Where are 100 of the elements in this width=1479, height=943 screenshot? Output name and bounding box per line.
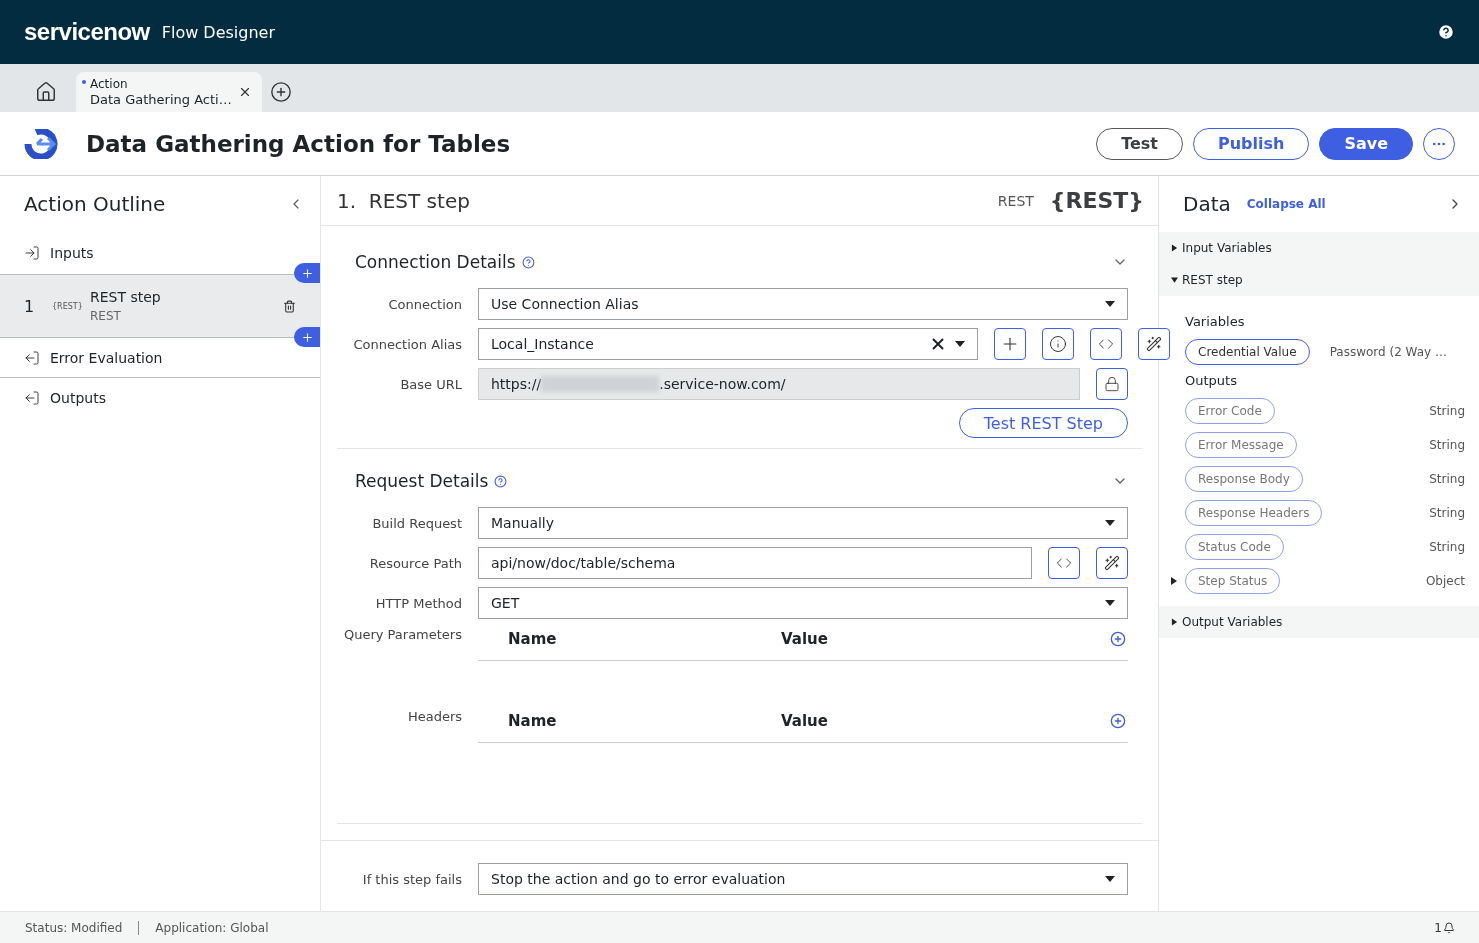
- field-label: Connection Alias: [352, 336, 462, 352]
- section-title: Request Details: [355, 471, 489, 491]
- data-type: String: [1429, 506, 1465, 520]
- data-pill[interactable]: Response Headers: [1185, 500, 1323, 526]
- field-label: Build Request: [371, 515, 462, 531]
- status-text: Application: Global: [138, 920, 285, 935]
- page-title: Data Gathering Action for Tables: [86, 130, 512, 157]
- data-pill[interactable]: Credential Value: [1185, 339, 1310, 365]
- data-pill[interactable]: Error Code: [1185, 398, 1275, 424]
- outline-label: Error Evaluation: [50, 350, 163, 366]
- data-pill[interactable]: Step Status: [1185, 568, 1281, 594]
- logo: servicenow: [24, 18, 150, 46]
- data-type: Password (2 Way …: [1329, 345, 1447, 359]
- lock-icon[interactable]: [1096, 368, 1128, 400]
- select-field[interactable]: Local_Instance: [478, 328, 978, 360]
- data-pill-picker-icon[interactable]: [1096, 547, 1128, 579]
- step-label: REST step: [90, 289, 162, 305]
- script-icon[interactable]: [1048, 547, 1080, 579]
- select-field[interactable]: Use Connection Alias: [478, 288, 1128, 320]
- dropdown-caret-icon: [1105, 876, 1115, 882]
- step-type: REST: [997, 192, 1034, 209]
- notifications[interactable]: 1: [1434, 920, 1455, 935]
- plus-icon: [300, 266, 314, 280]
- dropdown-caret-icon: [955, 341, 965, 347]
- action-button[interactable]: Publish: [1192, 127, 1310, 160]
- step-type: REST: [90, 309, 122, 323]
- field-label: Connection: [387, 296, 462, 312]
- test-step-button[interactable]: Test REST Step: [958, 408, 1128, 438]
- field-label: Query Parameters: [342, 627, 462, 642]
- column-header: Name: [508, 629, 558, 648]
- field-label: If this step fails: [361, 871, 462, 887]
- field-label: Resource Path: [368, 555, 462, 571]
- section-title: Connection Details: [355, 252, 516, 272]
- column-header: Name: [508, 711, 558, 730]
- outline-step[interactable]: 1 {REST} REST step REST: [0, 274, 320, 338]
- plus-icon: [300, 330, 314, 344]
- panel-title: Data: [1183, 192, 1231, 216]
- step-number: 1: [24, 296, 36, 316]
- app-title: Flow Designer: [161, 22, 276, 42]
- data-pill[interactable]: Error Message: [1185, 432, 1297, 458]
- data-group[interactable]: Input Variables: [1159, 232, 1479, 264]
- url-field: https:// .service-now.com/: [478, 368, 1080, 400]
- column-header: Value: [781, 629, 829, 648]
- action-button[interactable]: Test: [1096, 127, 1183, 160]
- group-label: Input Variables: [1182, 241, 1272, 255]
- output-icon: [24, 390, 40, 406]
- step-kind-text: {REST}: [1049, 188, 1144, 213]
- subsection-title: Outputs: [1185, 372, 1238, 390]
- add-row-icon[interactable]: [1110, 712, 1126, 729]
- dropdown-caret-icon: [1105, 301, 1115, 307]
- add-step-button[interactable]: [294, 263, 320, 283]
- help-icon[interactable]: [1437, 23, 1455, 41]
- select-field[interactable]: GET: [478, 587, 1128, 619]
- tab-type: Action: [90, 76, 129, 92]
- logo-icon: [24, 128, 58, 159]
- data-type: String: [1429, 404, 1465, 418]
- group-label: REST step: [1182, 273, 1243, 287]
- add-step-button[interactable]: [294, 327, 320, 347]
- data-pill[interactable]: Response Body: [1185, 466, 1303, 492]
- bell-icon: [1443, 921, 1455, 934]
- output-icon: [24, 350, 40, 366]
- collapse-all-link[interactable]: Collapse All: [1246, 197, 1431, 211]
- data-type: String: [1429, 438, 1465, 452]
- data-group[interactable]: REST step: [1159, 264, 1479, 296]
- data-pill-picker-icon[interactable]: [1138, 328, 1170, 360]
- group-label: Output Variables: [1182, 615, 1283, 629]
- field-label: Base URL: [399, 376, 462, 392]
- select-field[interactable]: Stop the action and go to error evaluation: [478, 863, 1128, 895]
- action-button[interactable]: Save: [1319, 127, 1413, 160]
- subsection-title: Variables: [1185, 313, 1246, 331]
- panel-title: Action Outline: [24, 192, 167, 216]
- data-pill[interactable]: Status Code: [1185, 534, 1284, 560]
- column-header: Value: [781, 711, 829, 730]
- select-field[interactable]: Manually: [478, 507, 1128, 539]
- dropdown-caret-icon: [1105, 520, 1115, 526]
- text-field[interactable]: api/now/doc/table/schema: [478, 547, 1032, 579]
- tab-label: Data Gathering Acti…: [90, 92, 233, 108]
- data-type: String: [1429, 540, 1465, 554]
- outline-label: Outputs: [50, 390, 106, 406]
- more-icon[interactable]: [1423, 127, 1455, 160]
- field-label: HTTP Method: [374, 595, 462, 611]
- outline-label: Inputs: [50, 245, 94, 261]
- step-kind-text: {REST}: [52, 301, 80, 311]
- data-type: Object: [1425, 574, 1465, 588]
- script-icon[interactable]: [1090, 328, 1122, 360]
- add-row-icon[interactable]: [1110, 630, 1126, 647]
- delete-icon[interactable]: [283, 299, 296, 313]
- step-title: 1. REST step: [337, 188, 471, 213]
- dropdown-caret-icon: [1105, 600, 1115, 606]
- data-type: String: [1429, 472, 1465, 486]
- modified-dot: [82, 80, 86, 84]
- status-text: Status: Modified: [24, 920, 124, 935]
- tab[interactable]: Action Data Gathering Acti…: [76, 72, 262, 112]
- disclosure-icon[interactable]: [1171, 577, 1177, 585]
- info-icon[interactable]: [1042, 328, 1074, 360]
- field-label: Headers: [406, 709, 462, 724]
- add-icon[interactable]: [994, 328, 1026, 360]
- data-group[interactable]: Output Variables: [1159, 606, 1479, 638]
- close-icon[interactable]: [238, 85, 252, 99]
- input-icon: [24, 245, 40, 261]
